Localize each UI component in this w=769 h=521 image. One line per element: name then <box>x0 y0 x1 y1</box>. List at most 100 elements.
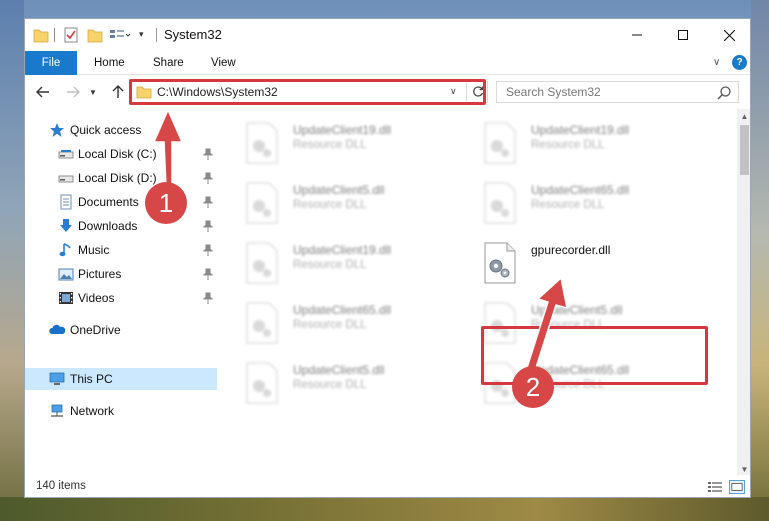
new-folder-icon[interactable] <box>87 26 103 44</box>
ribbon: File Home Share View ∨ ? <box>25 51 750 75</box>
file-name: UpdateClient65.dll <box>293 303 392 317</box>
desktop-wallpaper-left <box>0 0 24 521</box>
sidebar-item-onedrive[interactable]: OneDrive <box>25 319 217 341</box>
step-1-badge: 1 <box>145 182 187 224</box>
sidebar-item-label: Downloads <box>78 219 138 233</box>
pin-icon[interactable] <box>203 148 213 160</box>
search-placeholder: Search System32 <box>506 85 601 99</box>
file-item-gpurecorder[interactable]: gpurecorder.dll <box>461 237 691 289</box>
file-item[interactable]: UpdateClient65.dll Resource DLL <box>461 357 691 409</box>
tab-home[interactable]: Home <box>94 51 125 75</box>
file-item[interactable]: UpdateClient19.dll Resource DLL <box>223 237 453 289</box>
sidebar-item-network[interactable]: Network <box>25 400 217 422</box>
sidebar-item-pictures[interactable]: Pictures <box>25 263 217 285</box>
status-bar: 140 items <box>25 475 750 497</box>
sidebar-item-label: OneDrive <box>70 323 121 337</box>
minimize-button[interactable] <box>614 19 660 51</box>
address-bar[interactable]: C:\Windows\System32 ∨ <box>131 81 488 103</box>
details-view-icon[interactable] <box>707 480 723 494</box>
network-icon <box>51 404 63 417</box>
sidebar-item-documents[interactable]: Documents <box>25 191 217 213</box>
navigation-pane: Quick access Local Disk (C:) Local Disk … <box>25 109 221 465</box>
scrollbar-thumb[interactable] <box>740 125 749 175</box>
dll-file-icon <box>484 122 516 164</box>
expand-ribbon-chevron-icon[interactable]: ∨ <box>713 57 720 68</box>
pin-icon[interactable] <box>203 292 213 304</box>
sidebar-item-downloads[interactable]: Downloads <box>25 215 217 237</box>
sidebar-item-label: This PC <box>70 372 113 386</box>
arrow-right-icon <box>67 86 80 98</box>
drive-icon <box>58 150 74 159</box>
file-item[interactable]: UpdateClient65.dll Resource DLL <box>461 177 691 229</box>
file-list: UpdateClient19.dll Resource DLL UpdateCl… <box>223 109 737 465</box>
view-options-icon[interactable] <box>109 26 131 44</box>
pin-icon[interactable] <box>203 220 213 232</box>
desktop-wallpaper-bottom <box>0 497 769 521</box>
sidebar-item-quick-access[interactable]: Quick access <box>25 119 217 141</box>
help-icon[interactable]: ? <box>732 55 747 70</box>
sidebar-item-this-pc[interactable]: This PC <box>25 368 217 390</box>
dll-file-icon <box>484 302 516 344</box>
file-item[interactable]: UpdateClient19.dll Resource DLL <box>223 117 453 169</box>
address-history-chevron-icon[interactable]: ∨ <box>450 86 457 97</box>
download-icon <box>60 219 72 232</box>
sidebar-item-label: Music <box>78 243 110 257</box>
scroll-up-icon[interactable]: ▲ <box>737 109 750 124</box>
dll-file-icon <box>484 182 516 224</box>
vertical-scrollbar[interactable]: ▲ ▼ <box>737 109 750 477</box>
tab-share[interactable]: Share <box>153 51 184 75</box>
sidebar-item-label: Pictures <box>78 267 122 281</box>
maximize-button[interactable] <box>660 19 706 51</box>
file-type: Resource DLL <box>293 259 367 271</box>
file-item[interactable]: UpdateClient5.dll Resource DLL <box>223 357 453 409</box>
file-type: Resource DLL <box>531 199 605 211</box>
dll-file-icon <box>246 302 278 344</box>
sidebar-item-local-disk-c[interactable]: Local Disk (C:) <box>25 143 217 165</box>
tab-view[interactable]: View <box>211 51 236 75</box>
file-name: UpdateClient5.dll <box>293 183 385 197</box>
sidebar-item-videos[interactable]: Videos <box>25 287 217 309</box>
search-input[interactable]: Search System32 <box>496 81 739 103</box>
file-type: Resource DLL <box>293 379 367 391</box>
tiles-view-icon[interactable] <box>729 480 745 494</box>
sidebar-item-music[interactable]: Music <box>25 239 217 261</box>
address-path[interactable]: C:\Windows\System32 <box>157 85 278 99</box>
title-bar: ▾ System32 <box>25 19 750 51</box>
file-item[interactable]: UpdateClient65.dll Resource DLL <box>223 297 453 349</box>
pictures-icon <box>58 268 74 281</box>
up-button[interactable] <box>109 82 127 102</box>
customize-toolbar-chevron-icon[interactable]: ▾ <box>139 29 144 40</box>
sidebar-item-label: Local Disk (D:) <box>78 171 157 185</box>
search-icon[interactable] <box>716 85 732 101</box>
dll-file-icon <box>246 122 278 164</box>
music-icon <box>59 243 71 257</box>
pin-icon[interactable] <box>203 172 213 184</box>
step-2-badge: 2 <box>512 366 554 408</box>
recent-locations-chevron-icon[interactable]: ▼ <box>87 82 99 102</box>
file-item[interactable]: UpdateClient19.dll Resource DLL <box>461 117 691 169</box>
item-count: 140 items <box>36 480 86 492</box>
properties-icon[interactable] <box>63 26 79 44</box>
forward-button[interactable] <box>64 82 82 102</box>
sidebar-item-label: Quick access <box>70 123 142 137</box>
pin-icon[interactable] <box>203 268 213 280</box>
refresh-icon <box>472 86 483 97</box>
file-type: Resource DLL <box>531 319 605 331</box>
maximize-icon <box>678 30 688 40</box>
file-item[interactable]: UpdateClient5.dll Resource DLL <box>461 297 691 349</box>
close-button[interactable] <box>706 19 750 51</box>
file-name: UpdateClient65.dll <box>531 183 630 197</box>
tab-file[interactable]: File <box>25 51 77 75</box>
pin-icon[interactable] <box>203 196 213 208</box>
file-type: Resource DLL <box>293 199 367 211</box>
sidebar-item-local-disk-d[interactable]: Local Disk (D:) <box>25 167 217 189</box>
folder-icon[interactable] <box>33 26 49 44</box>
pin-icon[interactable] <box>203 244 213 256</box>
drive-icon <box>58 175 74 183</box>
arrow-left-icon <box>36 86 49 98</box>
dll-file-icon <box>246 182 278 224</box>
file-item[interactable]: UpdateClient5.dll Resource DLL <box>223 177 453 229</box>
close-icon <box>723 29 735 41</box>
back-button[interactable] <box>34 82 52 102</box>
refresh-button[interactable] <box>466 82 488 102</box>
